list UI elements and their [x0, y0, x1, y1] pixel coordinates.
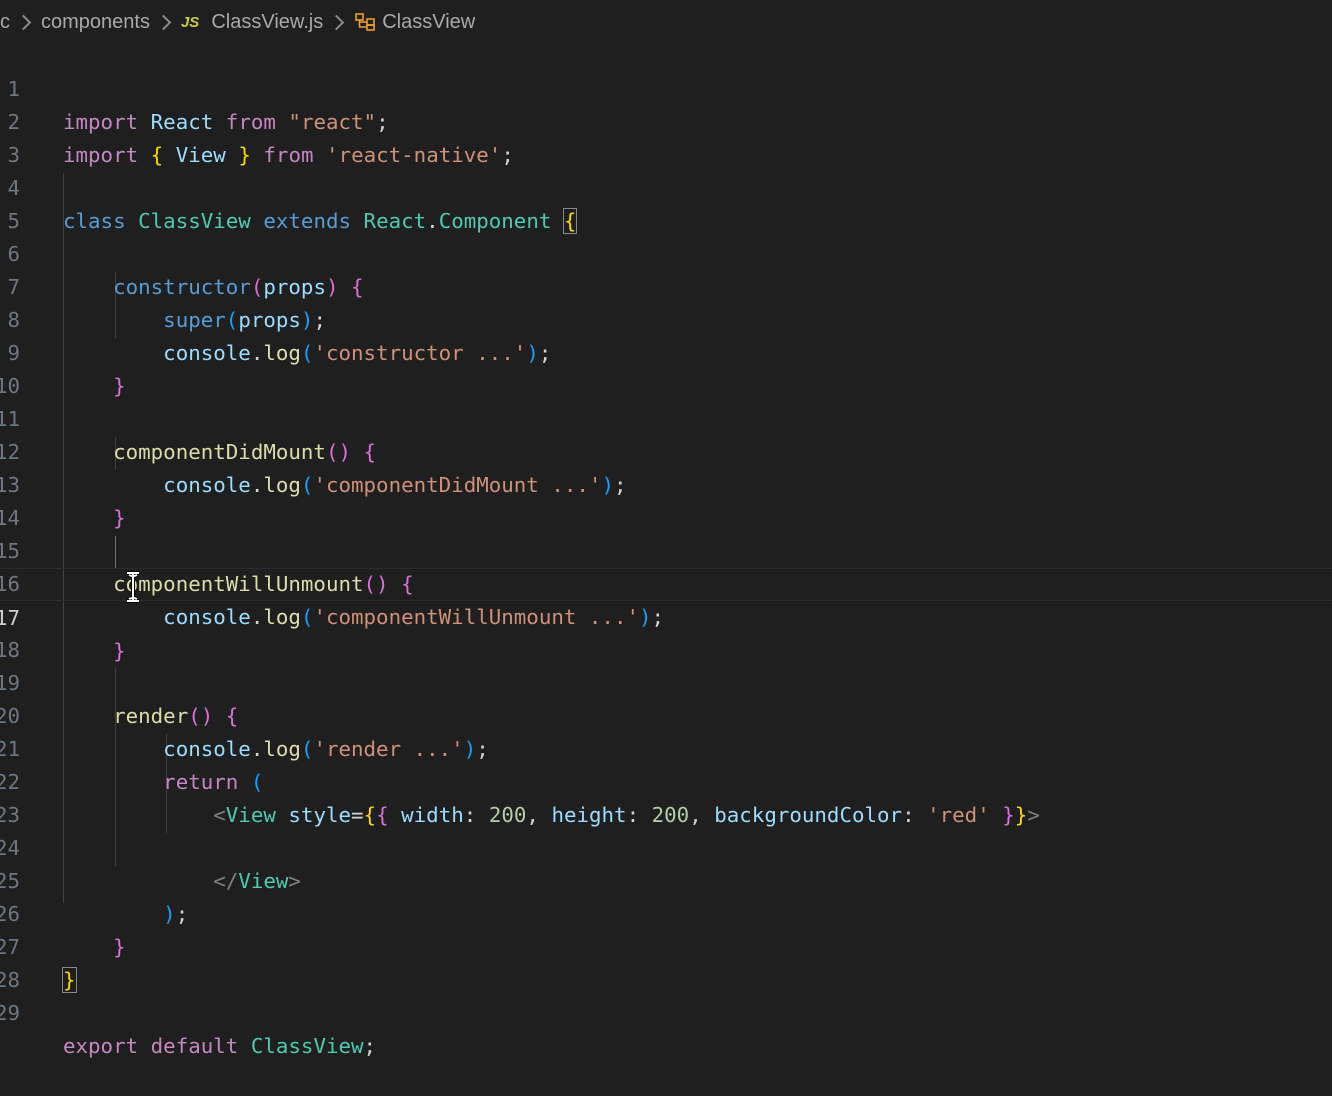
- code-line[interactable]: 8 console.log('constructor ...');: [0, 271, 1332, 365]
- code-line[interactable]: 2 import { View } from 'react-native';: [0, 73, 1332, 167]
- code-line[interactable]: 19 render() {: [0, 634, 1332, 728]
- code-line[interactable]: 28: [0, 931, 1332, 992]
- code-line[interactable]: 6 constructor(props) {: [0, 205, 1332, 299]
- code-line[interactable]: 24 </View>: [0, 799, 1332, 893]
- breadcrumb: c components JS ClassView.js ClassView: [0, 0, 1332, 44]
- chevron-right-icon: [15, 14, 32, 30]
- code-line[interactable]: 18: [0, 601, 1332, 662]
- code-line[interactable]: 9 }: [0, 304, 1332, 398]
- code-line[interactable]: 16 console.log('componentWillUnmount ...…: [0, 535, 1332, 629]
- code-line[interactable]: 15 componentWillUnmount() {: [0, 502, 1332, 596]
- code-line[interactable]: 5: [0, 172, 1332, 233]
- code-line[interactable]: 23: [0, 766, 1332, 827]
- class-symbol-icon: [355, 13, 376, 31]
- code-line-current[interactable]: 17 }: [0, 568, 1332, 663]
- code-line[interactable]: 3: [0, 106, 1332, 167]
- code-line[interactable]: 25 );: [0, 832, 1332, 926]
- chevron-right-icon: [155, 14, 172, 30]
- breadcrumb-symbol-label[interactable]: ClassView: [382, 11, 475, 34]
- code-line[interactable]: 1 import React from "react";: [0, 40, 1332, 134]
- code-line[interactable]: 14: [0, 469, 1332, 530]
- breadcrumb-root[interactable]: c: [0, 11, 10, 34]
- token-keyword: export: [63, 1034, 139, 1058]
- code-line[interactable]: 13 }: [0, 436, 1332, 530]
- code-line[interactable]: 10: [0, 337, 1332, 398]
- token-class: ClassView: [250, 1034, 364, 1058]
- chevron-right-icon: [328, 14, 345, 30]
- code-line[interactable]: 29 export default ClassView;: [0, 964, 1332, 1058]
- code-line[interactable]: 20 console.log('render ...');: [0, 667, 1332, 761]
- code-line[interactable]: 27 }: [0, 898, 1332, 993]
- code-text[interactable]: export default ClassView;: [63, 1030, 376, 1063]
- code-line[interactable]: 12 console.log('componentDidMount ...');: [0, 403, 1332, 497]
- breadcrumb-symbol[interactable]: ClassView: [354, 11, 475, 34]
- code-line[interactable]: 11 componentDidMount() {: [0, 370, 1332, 464]
- code-line[interactable]: 22 <View style={{ width: 200, height: 20…: [0, 733, 1332, 827]
- breadcrumb-folder-label[interactable]: components: [41, 11, 150, 34]
- breadcrumb-root-label[interactable]: c: [0, 11, 10, 34]
- text-cursor-icon: [127, 571, 139, 603]
- breadcrumb-folder[interactable]: components: [41, 11, 150, 34]
- code-line[interactable]: 21 return (: [0, 700, 1332, 794]
- code-line[interactable]: 26 }: [0, 865, 1332, 959]
- code-editor[interactable]: 1 import React from "react"; 2 import { …: [0, 40, 1332, 1067]
- token-punctuation: ;: [363, 1034, 377, 1058]
- breadcrumb-file-label[interactable]: ClassView.js: [211, 11, 323, 34]
- javascript-file-icon: JS: [180, 13, 200, 31]
- token-keyword: default: [150, 1034, 239, 1058]
- line-number: 29: [0, 1001, 20, 1025]
- code-line[interactable]: 7 super(props);: [0, 238, 1332, 332]
- breadcrumb-file[interactable]: JS ClassView.js: [181, 11, 323, 34]
- code-line[interactable]: 4 class ClassView extends React.Componen…: [0, 139, 1332, 234]
